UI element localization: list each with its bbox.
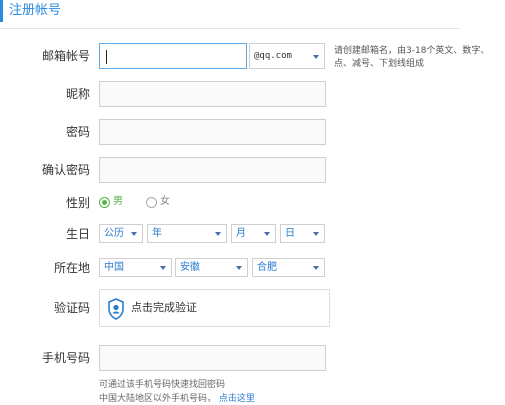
header-accent-bar — [0, 0, 3, 22]
location-label: 所在地 — [53, 261, 90, 275]
email-domain-value: @qq.com — [254, 51, 292, 61]
birthday-year-select[interactable]: 年 — [147, 224, 227, 243]
chevron-down-icon — [264, 232, 270, 236]
birthday-month-select[interactable]: 月 — [231, 224, 276, 243]
nickname-text-input[interactable] — [100, 82, 325, 106]
email-text-input[interactable] — [100, 44, 246, 68]
city-value: 合肥 — [257, 262, 277, 273]
email-input[interactable] — [99, 43, 247, 69]
country-value: 中国 — [104, 262, 124, 273]
phone-text-input[interactable] — [100, 346, 325, 370]
header-divider — [0, 28, 460, 29]
phone-note-overseas-text: 中国大陆地区以外手机号码 — [99, 394, 208, 404]
birthday-label: 生日 — [65, 227, 90, 241]
captcha-button[interactable]: 点击完成验证 — [99, 289, 330, 327]
phone-note: 可通过该手机号码快速找回密码 — [99, 380, 226, 390]
nickname-label: 昵称 — [65, 87, 90, 101]
email-label: 邮箱帐号 — [41, 49, 90, 63]
confirm-password-text-input[interactable] — [100, 158, 325, 182]
chevron-down-icon — [313, 55, 319, 59]
confirm-password-label: 确认密码 — [41, 163, 90, 177]
birthday-calendar-select[interactable]: 公历 — [99, 224, 143, 243]
password-input[interactable] — [99, 119, 326, 145]
email-hint: 请创建邮箱名，由3-18个英文、数字、点、减号、下划线组成 — [334, 46, 490, 69]
calendar-value: 公历 — [104, 228, 124, 239]
phone-note-link[interactable]: 点击这里 — [219, 394, 255, 404]
phone-input[interactable] — [99, 345, 326, 371]
year-value: 年 — [152, 228, 162, 239]
gender-female-label[interactable]: 女 — [160, 196, 170, 208]
month-value: 月 — [236, 228, 246, 239]
birthday-day-select[interactable]: 日 — [280, 224, 325, 243]
location-city-select[interactable]: 合肥 — [252, 258, 325, 277]
email-domain-select[interactable]: @qq.com — [249, 43, 325, 69]
gender-female-radio[interactable] — [146, 197, 157, 208]
captcha-button-label: 点击完成验证 — [131, 301, 197, 314]
gender-male-label[interactable]: 男 — [113, 196, 123, 208]
text-caret — [106, 50, 107, 64]
password-label: 密码 — [65, 125, 90, 139]
captcha-label: 验证码 — [53, 301, 90, 315]
gender-male-radio[interactable] — [99, 197, 110, 208]
chevron-down-icon — [313, 266, 319, 270]
province-value: 安徽 — [180, 262, 200, 273]
chevron-down-icon — [131, 232, 137, 236]
day-value: 日 — [285, 228, 295, 239]
chevron-down-icon — [160, 266, 166, 270]
confirm-password-input[interactable] — [99, 157, 326, 183]
gender-label: 性别 — [65, 196, 90, 210]
page-title: 注册帐号 — [9, 3, 62, 18]
phone-note-overseas: 中国大陆地区以外手机号码， 点击这里 — [99, 394, 255, 404]
location-province-select[interactable]: 安徽 — [175, 258, 248, 277]
chevron-down-icon — [236, 266, 242, 270]
shield-icon — [107, 298, 125, 323]
location-country-select[interactable]: 中国 — [99, 258, 172, 277]
password-text-input[interactable] — [100, 120, 325, 144]
chevron-down-icon — [313, 232, 319, 236]
chevron-down-icon — [215, 232, 221, 236]
phone-label: 手机号码 — [41, 351, 90, 365]
nickname-input[interactable] — [99, 81, 326, 107]
